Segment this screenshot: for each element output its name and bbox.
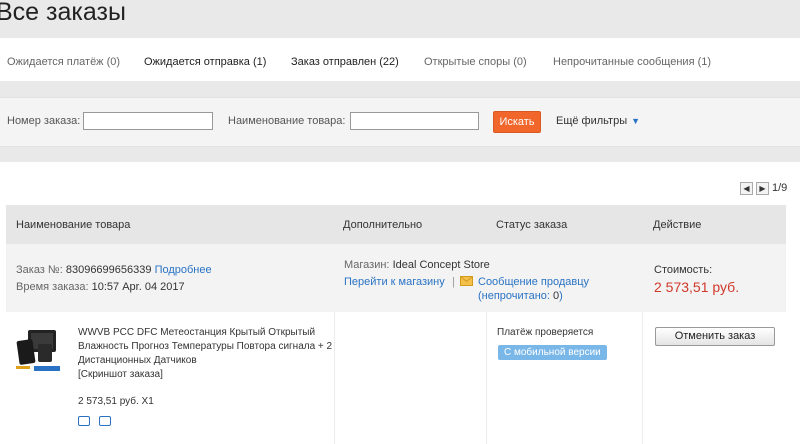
order-number-label: Заказ №: — [16, 264, 63, 276]
order-details-link[interactable]: Подробнее — [155, 264, 212, 276]
tab-open-disputes[interactable]: Открытые споры (0) — [424, 56, 527, 68]
next-page-icon[interactable]: ▶ — [756, 182, 769, 195]
order-time-label: Время заказа: — [16, 281, 89, 293]
column-divider — [486, 312, 487, 444]
order-tabs: Ожидается платёж (0) Ожидается отправка … — [0, 38, 800, 81]
message-seller-link[interactable]: Сообщение продавцу — [478, 276, 589, 288]
link-separator: | — [452, 276, 455, 288]
product-thumbnail[interactable] — [14, 326, 70, 382]
product-name-label: Наименование товара: — [228, 115, 346, 127]
search-bar: Номер заказа: Наименование товара: Искат… — [0, 97, 800, 147]
product-price-quantity: 2 573,51 руб. X1 — [78, 396, 154, 407]
column-divider — [642, 312, 643, 444]
order-item-row: WWVB PCC DFC Метеостанция Крытый Открыты… — [6, 312, 786, 444]
tab-unread-messages[interactable]: Непрочитанные сообщения (1) — [553, 56, 711, 68]
order-number-value: 83096699656339 — [65, 264, 152, 276]
store-label: Магазин: — [344, 259, 390, 271]
shipping-icon[interactable] — [78, 416, 90, 426]
order-cost: 2 573,51 руб. — [654, 279, 740, 295]
tab-awaiting-shipment[interactable]: Ожидается отправка (1) — [144, 56, 266, 68]
unread-suffix: ) — [559, 290, 563, 302]
header-action: Действие — [653, 219, 702, 231]
order-screenshot-link[interactable]: [Скриншот заказа] — [78, 369, 163, 380]
unread-messages: (непрочитано: 0) — [478, 290, 563, 302]
envelope-icon[interactable] — [460, 276, 473, 289]
table-header: Наименование товара Дополнительно Статус… — [6, 205, 786, 244]
order-time-value: 10:57 Apr. 04 2017 — [91, 281, 185, 293]
header-status: Статус заказа — [496, 219, 568, 231]
header-product: Наименование товара — [16, 219, 131, 231]
more-filters-link[interactable]: Ещё фильтры ▼ — [556, 115, 640, 127]
store-name: Ideal Concept Store — [392, 259, 490, 271]
product-title[interactable]: WWVB PCC DFC Метеостанция Крытый Открыты… — [78, 326, 340, 382]
mobile-version-badge: С мобильной версии — [498, 345, 607, 360]
receipt-icon[interactable] — [99, 416, 111, 426]
order-number: Заказ №: 83096699656339 Подробнее — [16, 264, 212, 276]
cancel-order-button[interactable]: Отменить заказ — [655, 327, 775, 346]
cost-label: Стоимость: — [654, 264, 713, 276]
payment-status: Платёж проверяется — [497, 327, 594, 338]
orders-panel: ◀ ▶ 1/9 Наименование товара Дополнительн… — [0, 162, 800, 444]
order-summary-row: Заказ №: 83096699656339 Подробнее Время … — [6, 244, 786, 313]
header-additional: Дополнительно — [343, 219, 423, 231]
page-title: Все заказы — [0, 0, 126, 26]
go-to-store-link[interactable]: Перейти к магазину — [344, 276, 445, 288]
more-filters-label: Ещё фильтры — [556, 115, 628, 127]
search-button[interactable]: Искать — [493, 111, 541, 133]
store-info: Магазин: Ideal Concept Store — [344, 259, 490, 271]
order-time: Время заказа: 10:57 Apr. 04 2017 — [16, 281, 185, 293]
prev-page-icon[interactable]: ◀ — [740, 182, 753, 195]
order-number-label: Номер заказа: — [7, 115, 81, 127]
chevron-down-icon: ▼ — [631, 116, 641, 126]
unread-prefix: (непрочитано: — [478, 290, 554, 302]
page-indicator: 1/9 — [772, 182, 788, 194]
tab-shipped[interactable]: Заказ отправлен (22) — [291, 56, 399, 68]
order-number-input[interactable] — [83, 112, 213, 130]
product-name-input[interactable] — [350, 112, 479, 130]
tab-awaiting-payment[interactable]: Ожидается платёж (0) — [7, 56, 120, 68]
product-title-text: WWVB PCC DFC Метеостанция Крытый Открыты… — [78, 327, 333, 366]
